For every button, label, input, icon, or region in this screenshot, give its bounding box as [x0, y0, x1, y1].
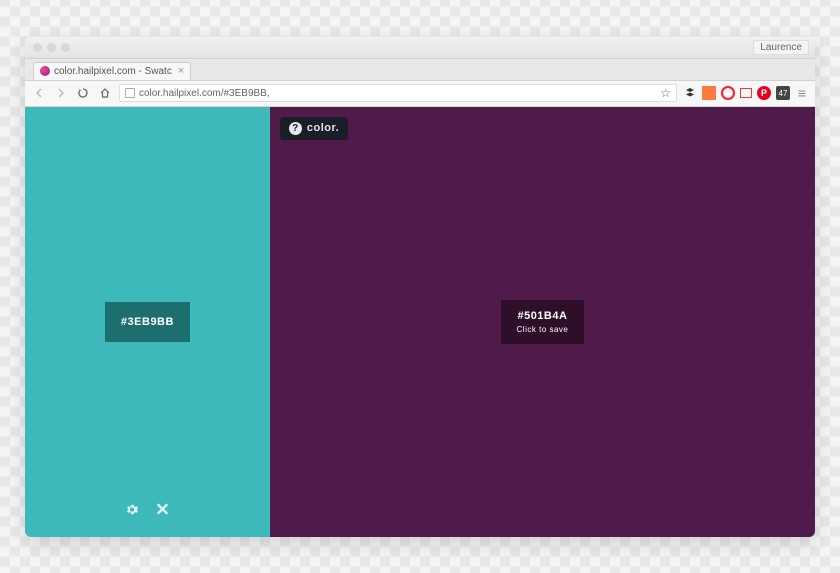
hamburger-menu-icon[interactable]: ≡: [795, 86, 809, 100]
forward-button[interactable]: [53, 85, 69, 101]
swatch-actions: [126, 503, 169, 519]
swatch-remove-button[interactable]: [157, 503, 169, 519]
swatch-hover[interactable]: ? color. #501B4A Click to save: [270, 107, 815, 537]
extension-feedly-icon[interactable]: [702, 86, 716, 100]
swatch-saved[interactable]: #3EB9BB: [25, 107, 270, 537]
app-logo[interactable]: ? color.: [280, 117, 348, 140]
close-window-button[interactable]: [33, 43, 42, 52]
tab-bar: color.hailpixel.com - Swatc ×: [25, 59, 815, 81]
extension-opera-icon[interactable]: [721, 86, 735, 100]
swatch-hover-hex: #501B4A: [517, 310, 567, 322]
page-icon: [125, 88, 135, 98]
profile-button[interactable]: Laurence: [753, 40, 809, 55]
traffic-lights: [33, 43, 70, 52]
url-text: color.hailpixel.com/#3EB9BB,: [139, 88, 270, 99]
help-icon: ?: [289, 122, 302, 135]
address-bar: color.hailpixel.com/#3EB9BB, ☆ P 47 ≡: [25, 81, 815, 107]
tab-close-button[interactable]: ×: [176, 66, 184, 77]
page-content: #3EB9BB ? color. #501B4A Click to save: [25, 107, 815, 537]
home-button[interactable]: [97, 85, 113, 101]
tab-title: color.hailpixel.com - Swatc: [54, 66, 172, 77]
extension-gmail-icon[interactable]: [740, 88, 752, 98]
app-logo-text: color.: [307, 122, 339, 134]
back-button[interactable]: [31, 85, 47, 101]
swatch-hover-hint: Click to save: [517, 325, 569, 334]
reload-button[interactable]: [75, 85, 91, 101]
minimize-window-button[interactable]: [47, 43, 56, 52]
bookmark-star-icon[interactable]: ☆: [660, 86, 671, 100]
swatch-hover-label: #501B4A Click to save: [501, 300, 585, 344]
extension-buffer-icon[interactable]: [683, 86, 697, 100]
extension-counter-icon[interactable]: 47: [776, 86, 790, 100]
browser-tab[interactable]: color.hailpixel.com - Swatc ×: [33, 62, 191, 80]
extension-pinterest-icon[interactable]: P: [757, 86, 771, 100]
extensions-tray: P 47 ≡: [683, 86, 809, 100]
window-titlebar: Laurence: [25, 37, 815, 59]
favicon-icon: [40, 66, 50, 76]
swatch-settings-button[interactable]: [126, 503, 139, 519]
zoom-window-button[interactable]: [61, 43, 70, 52]
browser-window: Laurence color.hailpixel.com - Swatc × c…: [25, 37, 815, 537]
swatch-saved-label: #3EB9BB: [105, 302, 190, 342]
url-bar[interactable]: color.hailpixel.com/#3EB9BB, ☆: [119, 84, 677, 102]
